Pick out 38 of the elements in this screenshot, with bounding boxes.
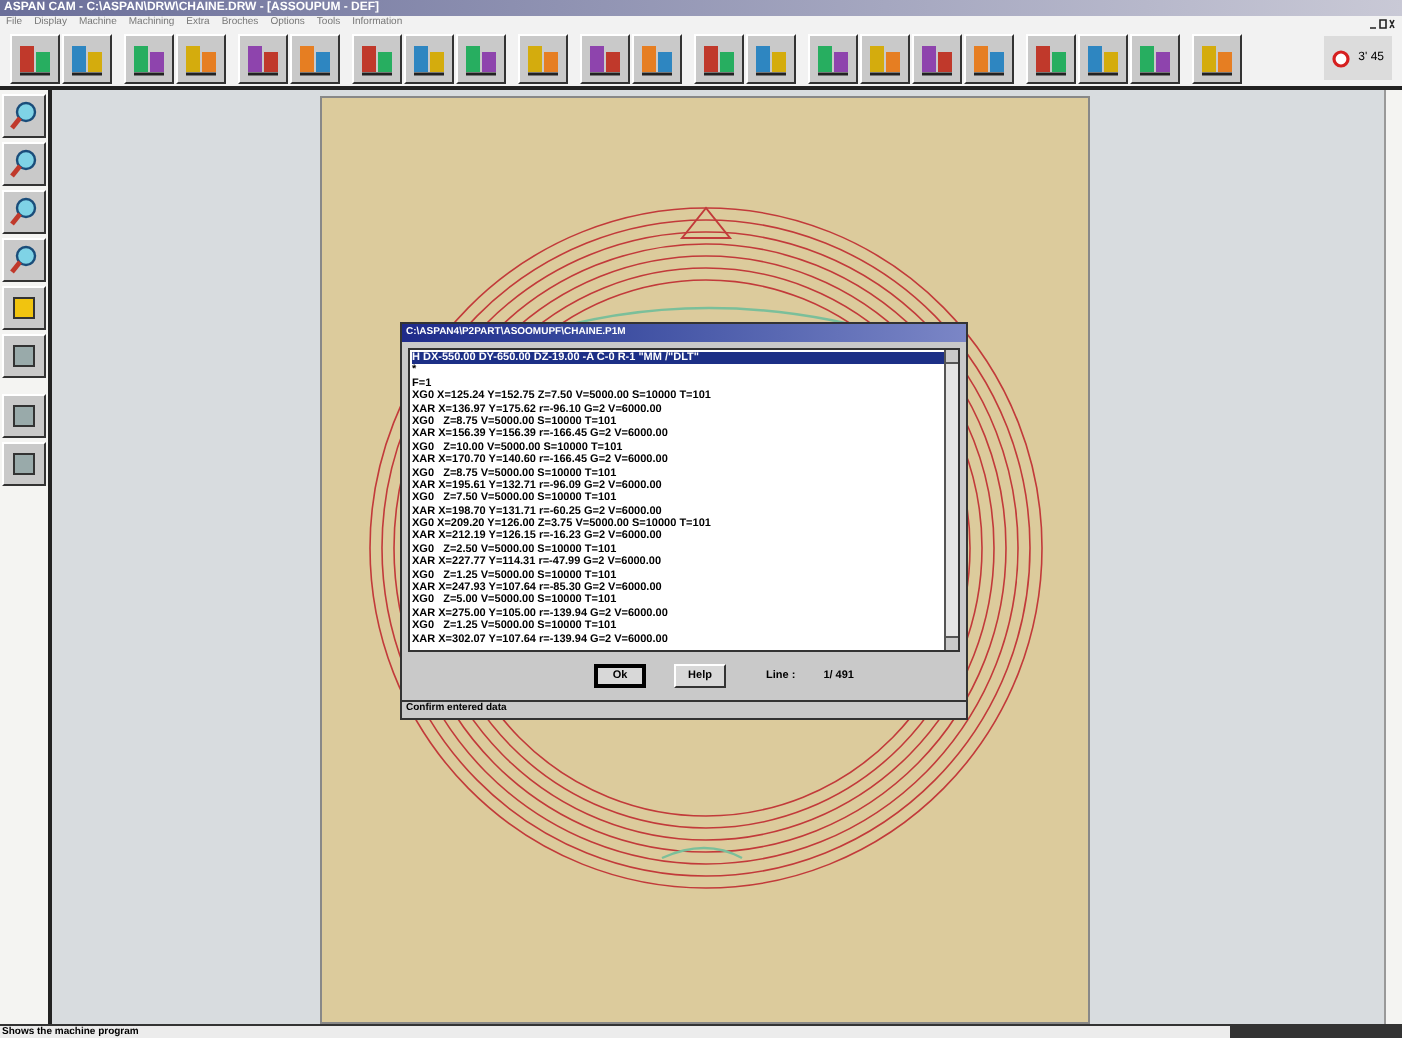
side-tool-button[interactable] — [2, 286, 46, 330]
toolbar-button[interactable] — [912, 33, 962, 83]
side-tool-button[interactable] — [2, 190, 46, 234]
toolbar-button[interactable] — [176, 33, 226, 83]
window-controls-icon[interactable] — [1368, 17, 1396, 29]
toolbar-button[interactable] — [694, 33, 744, 83]
toolbar-button[interactable] — [456, 33, 506, 83]
side-tool-button[interactable] — [2, 394, 46, 438]
toolbar-button[interactable] — [404, 33, 454, 83]
magnifier-icon — [8, 244, 40, 276]
toolbar-button[interactable] — [1130, 33, 1180, 83]
toolbar-button[interactable] — [808, 33, 858, 83]
side-tool-button[interactable] — [2, 442, 46, 486]
toolbar-button[interactable] — [352, 33, 402, 83]
toolbar-button[interactable] — [860, 33, 910, 83]
magnifier-icon — [8, 100, 40, 132]
toolbar-button[interactable] — [124, 33, 174, 83]
toolbar-button[interactable] — [62, 33, 112, 83]
magnifier-icon — [8, 148, 40, 180]
magnifier-icon — [8, 196, 40, 228]
toolbar-button[interactable] — [1078, 33, 1128, 83]
toolbar-button[interactable] — [238, 33, 288, 83]
program-listbox[interactable] — [408, 348, 960, 652]
toolbar-button[interactable] — [518, 33, 568, 83]
toolbar-button[interactable] — [10, 33, 60, 83]
side-tool-button[interactable] — [2, 334, 46, 378]
clock-icon — [1332, 49, 1351, 67]
side-tool-button[interactable] — [2, 238, 46, 282]
toolbar-button[interactable] — [1192, 33, 1242, 83]
toolbar-button[interactable] — [580, 33, 630, 83]
toolbar-button[interactable] — [746, 33, 796, 83]
toolbar-button[interactable] — [290, 33, 340, 83]
toolbar-button[interactable] — [964, 33, 1014, 83]
side-tool-button[interactable] — [2, 142, 46, 186]
scrollbar[interactable] — [944, 350, 958, 650]
side-tool-button[interactable] — [2, 94, 46, 138]
toolbar-button[interactable] — [1026, 33, 1076, 83]
toolbar-button[interactable] — [632, 33, 682, 83]
